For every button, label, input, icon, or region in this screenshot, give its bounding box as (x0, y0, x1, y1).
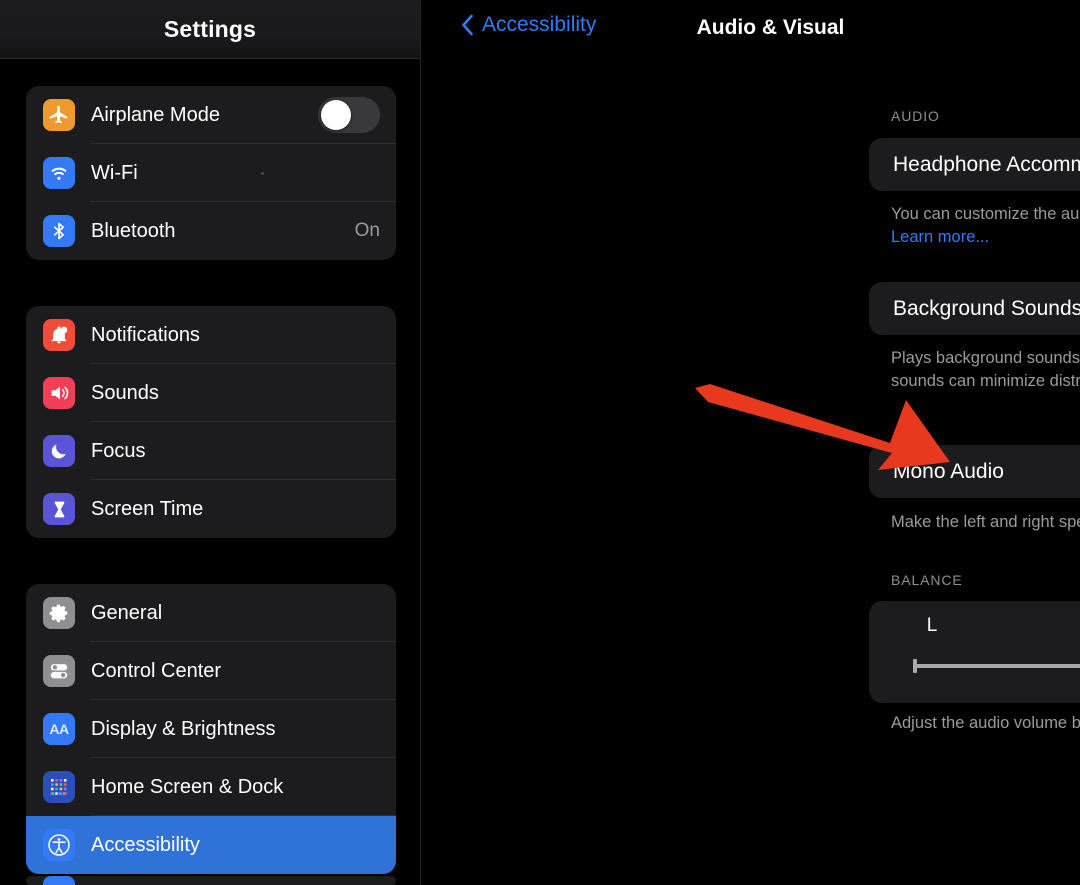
airplane-icon (43, 99, 75, 131)
sidebar-item-label: General (91, 601, 163, 624)
page-title: Audio & Visual (696, 16, 845, 39)
bluetooth-status: On (354, 220, 380, 241)
sidebar-group-alerts: Notifications Sounds Focus Screen Time (26, 306, 396, 538)
wifi-icon (43, 157, 75, 189)
accessibility-icon (43, 829, 75, 861)
bluetooth-icon (43, 215, 75, 247)
footnote-balance: Adjust the audio volume balance between … (891, 714, 1080, 732)
section-heading-balance: BALANCE (891, 572, 963, 588)
wifi-status-dot (261, 171, 265, 175)
sidebar-item-airplane-mode[interactable]: Airplane Mode (26, 86, 396, 144)
toggle-knob (321, 100, 351, 130)
sidebar-item-label: Control Center (91, 659, 222, 682)
footnote-background-sounds: Plays background sounds to mask unwanted… (891, 349, 1080, 391)
sidebar-item-label: Notifications (91, 323, 200, 346)
sidebar-item-sounds[interactable]: Sounds (26, 364, 396, 422)
sidebar-item-label: Airplane Mode (91, 103, 220, 126)
headphone-accommodations-card: Headphone Accommodations Off (869, 138, 1080, 191)
row-label: Headphone Accommodations (893, 152, 1080, 176)
sidebar-group-system: General Control Center AA Display & Brig… (26, 584, 396, 874)
section-heading-audio: AUDIO (891, 108, 940, 124)
speaker-icon (43, 377, 75, 409)
footnote-headphone: You can customize the audio for supporte… (891, 203, 1080, 250)
sidebar-group-connectivity: Airplane Mode Wi-Fi Bluetooth On (26, 86, 396, 260)
sidebar-item-label: Home Screen & Dock (91, 775, 284, 798)
slider-track (913, 664, 1080, 668)
sidebar-item-home-screen-dock[interactable]: Home Screen & Dock (26, 758, 396, 816)
background-sounds-card: Background Sounds Off (869, 282, 1080, 335)
footnote-mono-audio: Make the left and right speakers play th… (891, 513, 1080, 531)
aa-text-icon: AA (43, 713, 75, 745)
sliders-icon (43, 655, 75, 687)
sidebar-group-next-partial (26, 876, 396, 885)
row-mono-audio[interactable]: Mono Audio (869, 445, 1080, 498)
balance-left-label: L (926, 615, 938, 636)
learn-more-link[interactable]: Learn more... (891, 228, 989, 246)
sidebar-item-label: Screen Time (91, 497, 204, 520)
sidebar-item-label: Accessibility (91, 833, 200, 856)
sidebar-item-label: Focus (91, 439, 146, 462)
balance-card: L 0.00 R (869, 601, 1080, 703)
bell-icon (43, 319, 75, 351)
row-headphone-accommodations[interactable]: Headphone Accommodations Off (869, 138, 1080, 191)
sidebar-item-focus[interactable]: Focus (26, 422, 396, 480)
sidebar-item-label: Display & Brightness (91, 717, 276, 740)
moon-icon (43, 435, 75, 467)
balance-labels: L 0.00 R (869, 615, 1080, 637)
sidebar-item-label: Bluetooth (91, 219, 176, 242)
slider-cap-left (913, 659, 917, 673)
sidebar-header: Settings (0, 0, 420, 59)
sidebar-item-bluetooth[interactable]: Bluetooth On (26, 202, 396, 260)
row-background-sounds[interactable]: Background Sounds Off (869, 282, 1080, 335)
mono-audio-card: Mono Audio (869, 445, 1080, 498)
sidebar-item-display-brightness[interactable]: AA Display & Brightness (26, 700, 396, 758)
airplane-mode-toggle[interactable] (318, 97, 380, 133)
home-screen-icon (43, 771, 75, 803)
balance-slider[interactable] (913, 651, 1080, 681)
sidebar-item-label: Wi-Fi (91, 161, 138, 184)
partial-app-icon (43, 876, 75, 885)
detail-pane: Accessibility Audio & Visual AUDIO Headp… (421, 0, 1080, 885)
row-label: Background Sounds (893, 296, 1080, 320)
footnote-headphone-text: You can customize the audio for supporte… (891, 205, 1080, 223)
settings-sidebar: Settings Airplane Mode Wi-Fi Bluetooth O… (0, 0, 421, 885)
row-label: Mono Audio (893, 459, 1004, 483)
sidebar-item-notifications[interactable]: Notifications (26, 306, 396, 364)
sidebar-item-label: Sounds (91, 381, 159, 404)
ipad-settings-screen: Settings Airplane Mode Wi-Fi Bluetooth O… (0, 0, 1080, 885)
sidebar-item-accessibility[interactable]: Accessibility (26, 816, 396, 874)
sidebar-item-wifi[interactable]: Wi-Fi (26, 144, 396, 202)
sidebar-item-screen-time[interactable]: Screen Time (26, 480, 396, 538)
sidebar-item-general[interactable]: General (26, 584, 396, 642)
sidebar-item-partial[interactable] (26, 876, 396, 885)
hourglass-icon (43, 493, 75, 525)
gear-icon (43, 597, 75, 629)
detail-header: Accessibility Audio & Visual (421, 0, 1080, 59)
sidebar-item-control-center[interactable]: Control Center (26, 642, 396, 700)
sidebar-title: Settings (163, 15, 257, 42)
